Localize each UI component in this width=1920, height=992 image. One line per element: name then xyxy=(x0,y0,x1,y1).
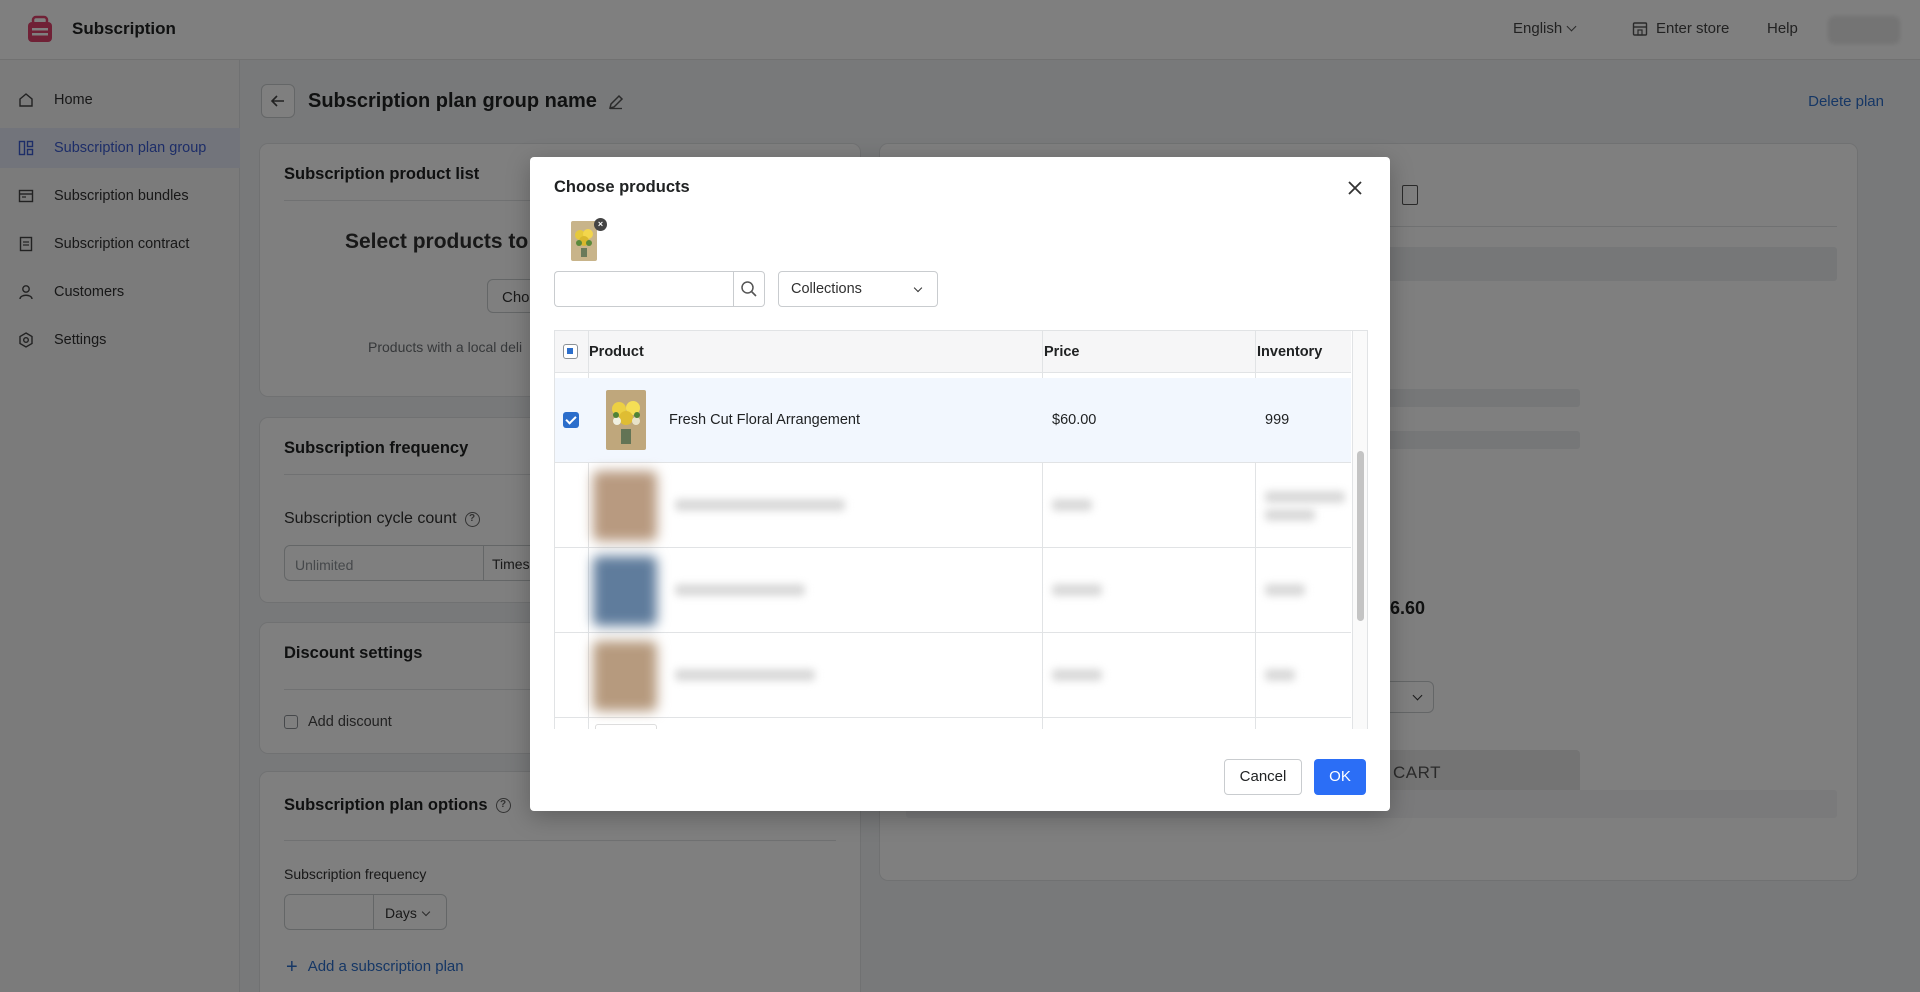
redacted-text xyxy=(1265,509,1315,521)
column-header-inventory[interactable]: Inventory xyxy=(1257,344,1322,360)
search-button[interactable] xyxy=(733,271,765,307)
ok-button[interactable]: OK xyxy=(1314,759,1366,795)
product-thumbnail xyxy=(593,641,657,711)
redacted-text xyxy=(675,584,805,596)
redacted-text xyxy=(1052,584,1102,596)
row-checkbox[interactable] xyxy=(563,412,579,428)
redacted-text xyxy=(675,499,845,511)
search-icon xyxy=(741,281,757,297)
table-row[interactable] xyxy=(555,718,1351,729)
table-row[interactable] xyxy=(555,548,1351,633)
column-header-price[interactable]: Price xyxy=(1044,344,1079,360)
product-thumbnail xyxy=(595,724,657,729)
collections-label: Collections xyxy=(791,281,862,297)
redacted-text xyxy=(675,669,815,681)
column-header-product[interactable]: Product xyxy=(589,344,644,360)
cancel-button[interactable]: Cancel xyxy=(1224,759,1302,795)
collections-select[interactable]: Collections xyxy=(778,271,938,307)
table-scrollbar[interactable] xyxy=(1352,331,1367,729)
redacted-text xyxy=(1265,491,1345,503)
product-name: Fresh Cut Floral Arrangement xyxy=(669,412,860,428)
product-thumbnail xyxy=(593,556,657,626)
remove-selected-icon[interactable]: × xyxy=(594,218,607,231)
redacted-text xyxy=(1052,499,1092,511)
product-search-input[interactable] xyxy=(554,271,734,307)
product-thumbnail xyxy=(593,471,657,541)
modal-title: Choose products xyxy=(554,178,690,196)
product-thumbnail xyxy=(606,390,646,450)
redacted-text xyxy=(1265,584,1305,596)
chevron-down-icon xyxy=(913,283,923,293)
select-all-checkbox[interactable] xyxy=(563,344,578,359)
scrollbar-thumb[interactable] xyxy=(1357,451,1364,621)
close-icon[interactable] xyxy=(1346,179,1364,197)
table-row[interactable]: Fresh Cut Floral Arrangement $60.00 999 xyxy=(555,378,1351,463)
selected-product-thumbnail xyxy=(571,221,597,261)
choose-products-modal: Choose products × Collections Product Pr… xyxy=(530,157,1390,811)
product-price: $60.00 xyxy=(1052,412,1097,428)
table-row[interactable] xyxy=(555,633,1351,718)
table-header: Product Price Inventory xyxy=(555,331,1351,373)
product-inventory: 999 xyxy=(1265,412,1290,428)
product-table: Product Price Inventory Fresh Cut Floral… xyxy=(554,330,1368,729)
redacted-text xyxy=(1265,669,1295,681)
table-row[interactable] xyxy=(555,463,1351,548)
redacted-text xyxy=(1052,669,1102,681)
